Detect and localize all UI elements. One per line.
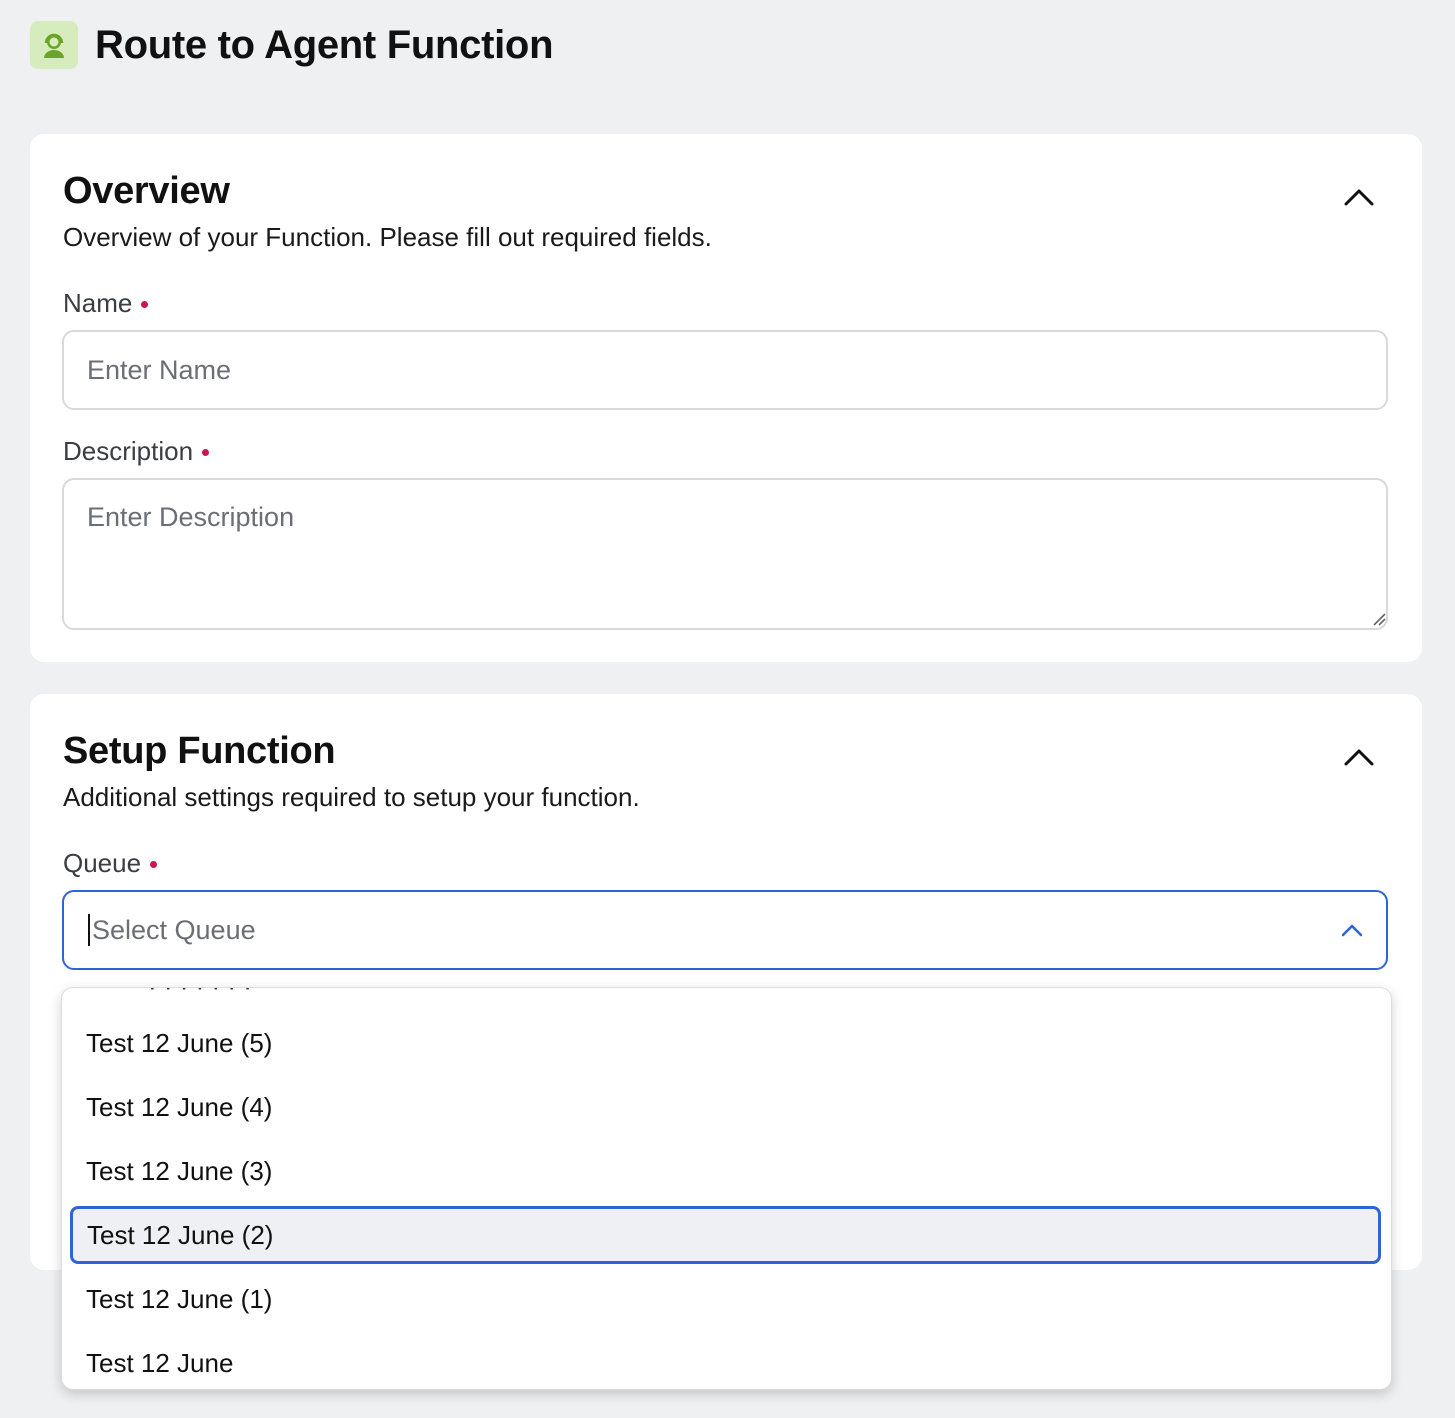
name-label-text: Name	[63, 288, 133, 318]
queue-option[interactable]: Test 12 June (4)	[70, 1078, 1381, 1136]
chevron-up-icon[interactable]	[1338, 916, 1366, 944]
queue-label-text: Queue	[63, 848, 142, 878]
queue-dropdown-list[interactable]: · · · · · · · Test 12 June (5) Test 12 J…	[61, 987, 1392, 1390]
required-indicator	[202, 449, 210, 456]
description-label-text: Description	[63, 436, 194, 466]
description-label: Description	[63, 436, 210, 467]
chevron-up-icon	[1344, 189, 1374, 206]
queue-option-highlighted[interactable]: Test 12 June (2)	[70, 1206, 1381, 1264]
partially-hidden-option[interactable]: · · · · · · ·	[148, 988, 252, 1002]
queue-option[interactable]: Test 12 June (3)	[70, 1142, 1381, 1200]
page-title: Route to Agent Function	[95, 22, 554, 67]
queue-select[interactable]: Select Queue	[62, 890, 1388, 970]
required-indicator	[150, 861, 158, 868]
queue-label: Queue	[63, 848, 158, 879]
name-input[interactable]	[62, 330, 1388, 410]
queue-option[interactable]: Test 12 June (5)	[70, 1014, 1381, 1072]
description-textarea[interactable]	[62, 478, 1388, 630]
collapse-overview-button[interactable]	[1344, 182, 1374, 212]
agent-headset-icon	[30, 21, 78, 69]
text-cursor	[88, 914, 90, 946]
setup-title: Setup Function	[63, 730, 336, 772]
name-label: Name	[63, 288, 149, 319]
page-header: Route to Agent Function	[30, 20, 554, 70]
chevron-up-icon	[1344, 749, 1374, 766]
queue-placeholder: Select Queue	[92, 914, 256, 945]
queue-option[interactable]: Test 12 June (1)	[70, 1270, 1381, 1328]
overview-section: Overview Overview of your Function. Plea…	[30, 134, 1422, 662]
overview-title: Overview	[63, 170, 230, 212]
overview-subtitle: Overview of your Function. Please fill o…	[63, 222, 712, 252]
queue-option[interactable]: Test 12 June	[70, 1334, 1381, 1389]
collapse-setup-button[interactable]	[1344, 742, 1374, 772]
setup-subtitle: Additional settings required to setup yo…	[63, 782, 640, 812]
required-indicator	[141, 301, 149, 308]
